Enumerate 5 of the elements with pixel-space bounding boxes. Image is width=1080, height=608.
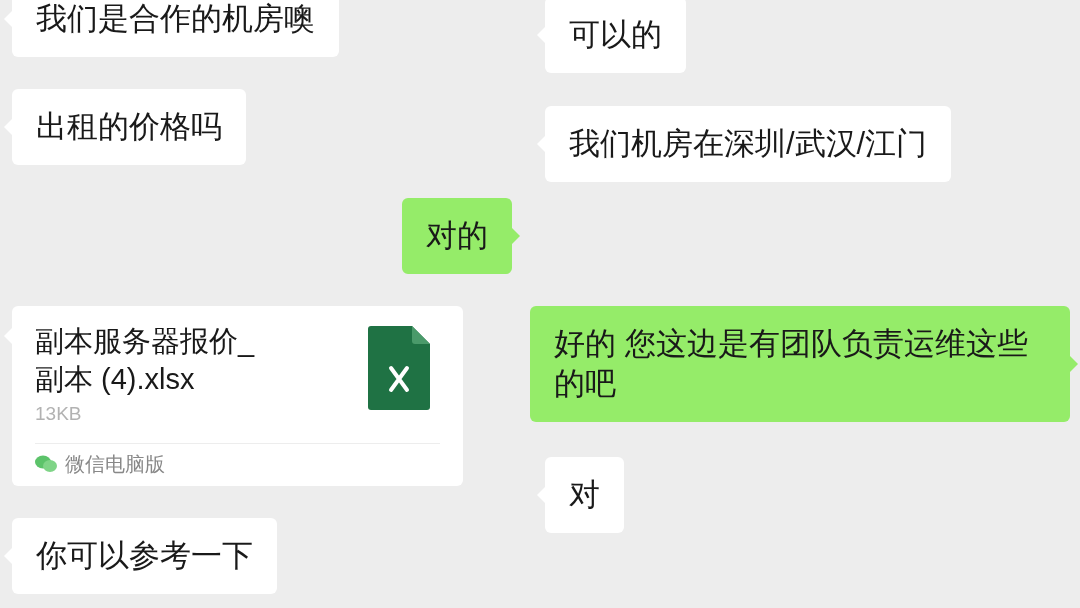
file-name: 副本服务器报价_副本 (4).xlsx (35, 324, 256, 397)
spreadsheet-file-icon (368, 326, 430, 410)
file-size: 13KB (35, 402, 83, 426)
chat-bubbles-icon (35, 454, 57, 473)
file-source: 微信电脑版 (65, 451, 165, 477)
